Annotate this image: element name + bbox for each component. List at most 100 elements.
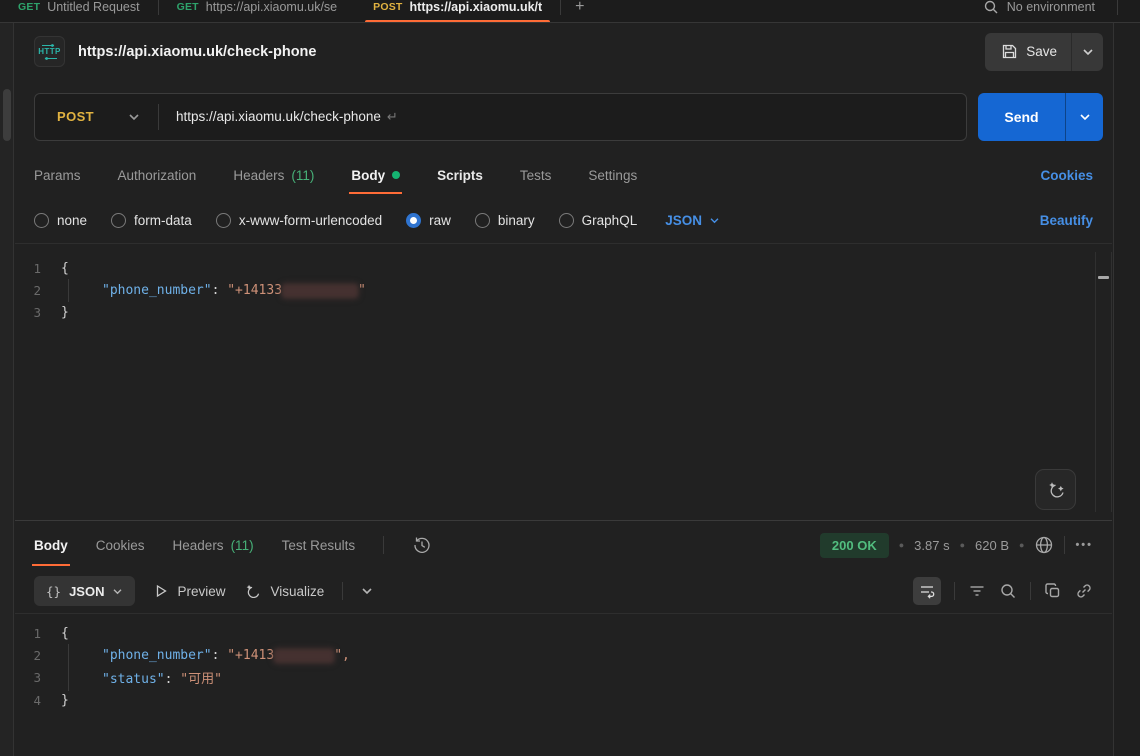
chevron-down-icon	[128, 113, 140, 121]
radio-urlencoded[interactable]: x-www-form-urlencoded	[216, 213, 382, 228]
request-title: https://api.xiaomu.uk/check-phone	[78, 44, 316, 60]
tab-body-active[interactable]: Body	[351, 153, 400, 197]
more-options-button[interactable]: •••	[1075, 539, 1093, 551]
filter-icon[interactable]	[968, 582, 986, 600]
globe-network-icon[interactable]	[1034, 535, 1054, 555]
share-link-icon[interactable]	[1075, 582, 1093, 600]
radio-label: none	[57, 213, 87, 228]
code-line: 1 {	[15, 257, 1112, 279]
radio-binary[interactable]: binary	[475, 213, 535, 228]
send-button[interactable]: Send	[978, 93, 1065, 141]
tab-settings[interactable]: Settings	[588, 153, 637, 197]
tab-label: Body	[351, 168, 385, 183]
radio-none[interactable]: none	[34, 213, 87, 228]
left-scroll-thumb[interactable]	[3, 89, 11, 141]
divider	[1064, 536, 1065, 554]
chevron-down-icon	[1079, 113, 1091, 121]
radio-label: x-www-form-urlencoded	[239, 213, 382, 228]
code-line: 2 "phone_number": "+1413",	[15, 644, 1112, 666]
url-input-container: POST https://api.xiaomu.uk/check-phone↵	[34, 93, 967, 141]
line-number: 3	[15, 305, 61, 320]
word-wrap-icon	[918, 582, 936, 600]
code-line: 3 "status": "可用"	[15, 667, 1112, 689]
code-punct: :	[212, 648, 228, 663]
preview-label: Preview	[177, 584, 225, 599]
response-history-icon[interactable]	[412, 535, 432, 555]
request-tab-title: Untitled Request	[47, 0, 139, 14]
view-options-chevron[interactable]	[361, 587, 373, 595]
save-button-label: Save	[1026, 44, 1057, 59]
radio-form-data[interactable]: form-data	[111, 213, 192, 228]
tab-label: Params	[34, 168, 81, 183]
radio-circle	[216, 213, 231, 228]
tab-label: Headers	[173, 538, 224, 553]
floppy-save-icon	[1001, 43, 1018, 60]
radio-label: form-data	[134, 213, 192, 228]
send-options-button[interactable]	[1065, 93, 1103, 141]
code-brace: }	[61, 305, 69, 320]
response-tab-headers[interactable]: Headers(11)	[173, 521, 254, 569]
visualize-label: Visualize	[270, 584, 324, 599]
cookies-link[interactable]: Cookies	[1040, 168, 1093, 183]
topbar-right-divider	[1117, 0, 1118, 15]
url-bar-row: POST https://api.xiaomu.uk/check-phone↵ …	[15, 80, 1112, 153]
response-tab-test-results[interactable]: Test Results	[282, 521, 356, 569]
request-tab-3-active[interactable]: POST https://api.xiaomu.uk/t	[355, 0, 560, 23]
request-tab-2[interactable]: GET https://api.xiaomu.uk/se	[159, 0, 356, 23]
method-dropdown[interactable]: POST	[35, 109, 158, 124]
response-size: 620 B	[975, 538, 1009, 553]
request-tab-1[interactable]: GET Untitled Request	[0, 0, 158, 23]
tab-headers[interactable]: Headers (11)	[233, 153, 314, 197]
visualize-button[interactable]: Visualize	[243, 582, 324, 601]
response-time: 3.87 s	[914, 538, 949, 553]
radio-circle	[559, 213, 574, 228]
radio-graphql[interactable]: GraphQL	[559, 213, 638, 228]
save-button[interactable]: Save	[985, 33, 1071, 71]
line-number: 1	[15, 261, 61, 276]
code-brace: {	[61, 261, 69, 276]
new-tab-button[interactable]: +	[561, 0, 598, 16]
url-input[interactable]: https://api.xiaomu.uk/check-phone↵	[159, 109, 398, 125]
right-sidebar-strip[interactable]	[1113, 23, 1140, 756]
tab-tests[interactable]: Tests	[520, 153, 552, 197]
environment-selector[interactable]: No environment	[1007, 0, 1095, 14]
tab-label: Authorization	[118, 168, 197, 183]
word-wrap-toggle-active[interactable]	[913, 577, 941, 605]
tab-params[interactable]: Params	[34, 153, 81, 197]
json-key: "phone_number"	[102, 648, 212, 663]
code-line: 2 "phone_number": "+14133"	[15, 279, 1112, 301]
send-button-label: Send	[1004, 109, 1038, 125]
beautify-link[interactable]: Beautify	[1040, 213, 1093, 228]
response-tab-body-active[interactable]: Body	[34, 521, 68, 569]
copy-response-icon[interactable]	[1044, 582, 1062, 600]
response-tab-cookies[interactable]: Cookies	[96, 521, 145, 569]
raw-format-dropdown[interactable]: JSON	[665, 213, 720, 228]
request-body-editor[interactable]: 1 { 2 "phone_number": "+14133" 3 }	[15, 243, 1112, 520]
redacted-phone-number	[274, 649, 334, 663]
play-preview-icon	[153, 583, 169, 599]
json-string: "+14133	[227, 283, 282, 298]
tab-label: Headers	[233, 168, 284, 183]
scrollbar-thumb[interactable]	[1098, 276, 1109, 279]
method-label: POST	[57, 109, 94, 124]
radio-raw-selected[interactable]: raw	[406, 213, 451, 228]
editor-scrollbar[interactable]	[1095, 252, 1112, 512]
preview-button[interactable]: Preview	[153, 583, 225, 599]
tab-label: Test Results	[282, 538, 356, 553]
divider	[383, 536, 384, 554]
search-in-response-icon[interactable]	[999, 582, 1017, 600]
postbot-ai-button[interactable]	[1035, 469, 1076, 510]
tab-authorization[interactable]: Authorization	[118, 153, 197, 197]
save-button-group: Save	[985, 33, 1103, 71]
left-sidebar-strip[interactable]	[0, 23, 14, 756]
method-badge-get: GET	[18, 1, 40, 13]
response-format-dropdown[interactable]: {} JSON	[34, 576, 135, 606]
json-string: "+1413	[227, 648, 274, 663]
headers-count-badge: (11)	[291, 168, 314, 183]
response-body-editor[interactable]: 1 { 2 "phone_number": "+1413", 3 "status…	[15, 613, 1112, 756]
divider	[1030, 582, 1031, 600]
search-icon[interactable]	[983, 0, 999, 15]
save-options-button[interactable]	[1071, 33, 1103, 71]
tab-scripts[interactable]: Scripts	[437, 153, 483, 197]
response-toolbar: {} JSON Preview Visualize	[15, 569, 1112, 613]
